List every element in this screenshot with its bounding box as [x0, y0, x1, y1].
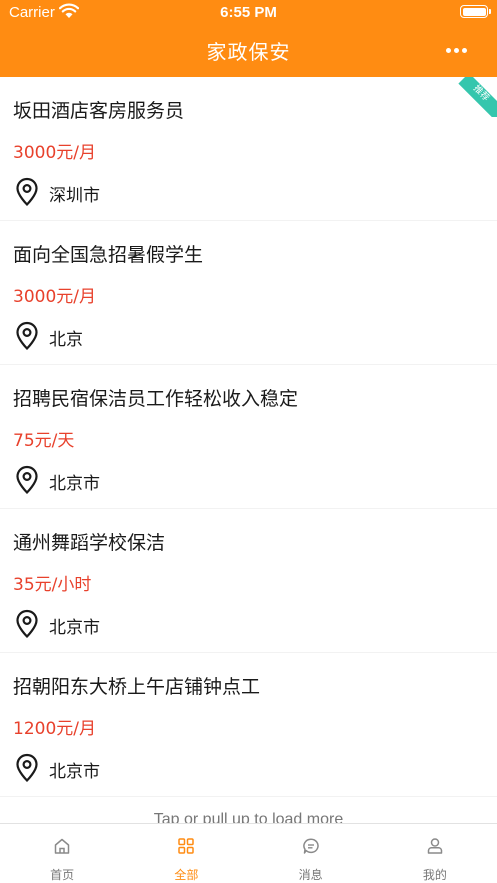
job-salary: 1200元/月	[13, 719, 96, 739]
page-title: 家政保安	[206, 40, 291, 64]
job-salary: 3000元/月	[13, 143, 96, 163]
job-salary: 75元/天	[13, 431, 75, 451]
home-icon	[54, 838, 70, 854]
job-item[interactable]: 面向全国急招暑假学生 3000元/月 北京	[0, 221, 497, 365]
job-item[interactable]: 坂田酒店客房服务员 3000元/月 深圳市 推荐	[0, 77, 497, 221]
battery-icon	[460, 5, 491, 18]
app-header: Carrier 6:55 PM 家政保安	[0, 0, 497, 77]
job-title: 招朝阳东大桥上午店铺钟点工	[13, 676, 261, 698]
tab-label: 我的	[422, 868, 447, 882]
job-item[interactable]: 通州舞蹈学校保洁 35元/小时 北京市	[0, 509, 497, 653]
location-pin-icon	[16, 177, 38, 207]
job-location: 深圳市	[49, 186, 100, 206]
tab-profile[interactable]: 我的	[373, 824, 497, 883]
more-icon[interactable]	[443, 40, 471, 60]
tab-label: 全部	[174, 868, 199, 882]
job-item[interactable]: 招朝阳东大桥上午店铺钟点工 1200元/月 北京市	[0, 653, 497, 797]
location-pin-icon	[16, 753, 38, 783]
job-title: 面向全国急招暑假学生	[13, 244, 204, 266]
job-location: 北京市	[49, 618, 100, 638]
tab-home[interactable]: 首页	[0, 824, 124, 883]
status-bar: Carrier 6:55 PM	[0, 0, 497, 26]
tab-messages[interactable]: 消息	[249, 824, 373, 883]
job-title: 坂田酒店客房服务员	[13, 100, 185, 122]
message-icon	[302, 838, 319, 854]
job-list: 坂田酒店客房服务员 3000元/月 深圳市 推荐 面向全国急招暑假学生 3000…	[0, 77, 497, 797]
job-title: 招聘民宿保洁员工作轻松收入稳定	[13, 388, 299, 410]
grid-icon	[178, 838, 195, 854]
job-location: 北京	[49, 330, 83, 350]
location-pin-icon	[16, 321, 38, 351]
location-pin-icon	[16, 609, 38, 639]
job-salary: 35元/小时	[13, 575, 92, 595]
job-location: 北京市	[49, 474, 100, 494]
tab-label: 首页	[50, 868, 75, 882]
tab-label: 消息	[298, 868, 323, 882]
job-salary: 3000元/月	[13, 287, 96, 307]
job-item[interactable]: 招聘民宿保洁员工作轻松收入稳定 75元/天 北京市	[0, 365, 497, 509]
user-icon	[427, 838, 443, 854]
recommend-badge: 推荐	[457, 77, 497, 117]
clock: 6:55 PM	[220, 4, 277, 21]
tab-all[interactable]: 全部	[124, 824, 248, 883]
job-location: 北京市	[49, 762, 100, 782]
location-pin-icon	[16, 465, 38, 495]
job-title: 通州舞蹈学校保洁	[13, 532, 166, 554]
tab-bar: 首页 全部 消息 我的	[0, 823, 497, 883]
